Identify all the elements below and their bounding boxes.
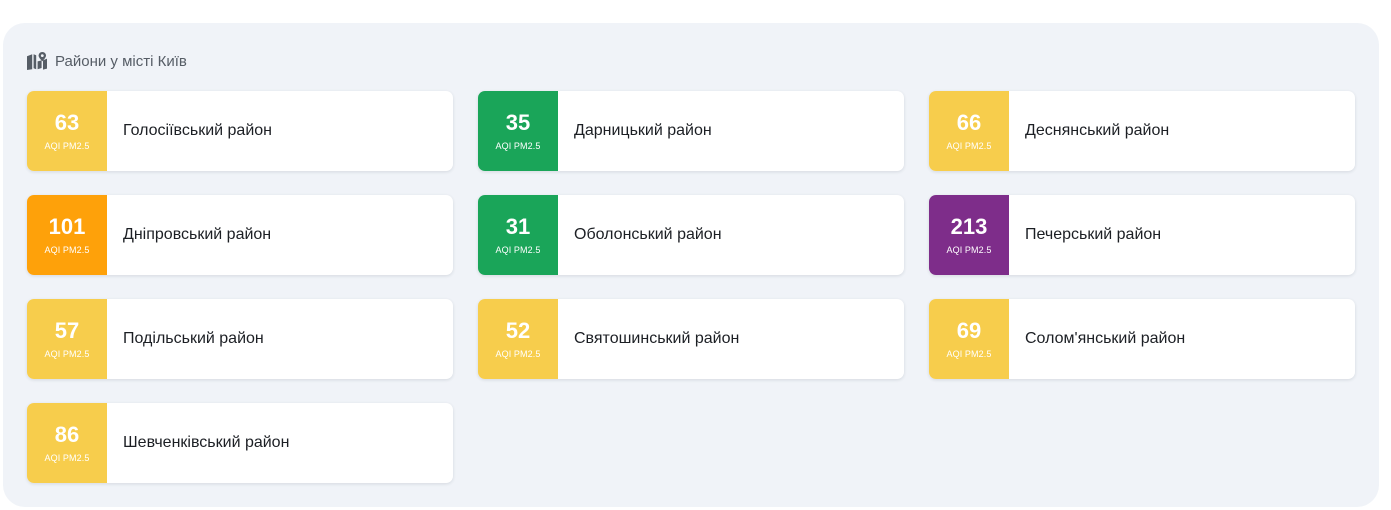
aqi-label: AQI PM2.5 [946,348,992,359]
district-name[interactable]: Печерський район [1009,195,1161,275]
aqi-label: AQI PM2.5 [495,140,541,151]
aqi-value: 52 [505,317,531,343]
aqi-label: AQI PM2.5 [495,244,541,255]
district-name[interactable]: Деснянський район [1009,91,1169,171]
aqi-value: 101 [48,213,86,239]
aqi-value: 57 [54,317,80,343]
district-name[interactable]: Солом'янський район [1009,299,1185,379]
aqi-value: 69 [956,317,982,343]
aqi-label: AQI PM2.5 [44,348,90,359]
district-name[interactable]: Голосіївський район [107,91,272,171]
district-card[interactable]: 63 AQI PM2.5 Голосіївський район [27,91,453,171]
aqi-label: AQI PM2.5 [44,452,90,463]
aqi-value: 31 [505,213,531,239]
district-name[interactable]: Шевченківський район [107,403,289,483]
map-icon [27,52,47,70]
district-card[interactable]: 69 AQI PM2.5 Солом'янський район [929,299,1355,379]
district-card[interactable]: 35 AQI PM2.5 Дарницький район [478,91,904,171]
district-grid: 63 AQI PM2.5 Голосіївський район 35 AQI PM2.… [27,91,1355,483]
aqi-value: 63 [54,109,80,135]
aqi-label: AQI PM2.5 [946,140,992,151]
district-card[interactable]: 52 AQI PM2.5 Святошинський район [478,299,904,379]
district-name[interactable]: Дніпровський район [107,195,271,275]
district-name[interactable]: Подільський район [107,299,264,379]
aqi-badge: 86 AQI PM2.5 [27,403,107,483]
district-card[interactable]: 101 AQI PM2.5 Дніпровський район [27,195,453,275]
aqi-badge: 66 AQI PM2.5 [929,91,1009,171]
section-title: Райони у місті Київ [55,52,187,70]
aqi-value: 213 [950,213,988,239]
aqi-value: 35 [505,109,531,135]
district-name[interactable]: Оболонський район [558,195,722,275]
aqi-badge: 57 AQI PM2.5 [27,299,107,379]
aqi-badge: 52 AQI PM2.5 [478,299,558,379]
district-name[interactable]: Святошинський район [558,299,739,379]
district-card[interactable]: 57 AQI PM2.5 Подільський район [27,299,453,379]
aqi-label: AQI PM2.5 [44,244,90,255]
aqi-value: 66 [956,109,982,135]
panel-header: Райони у місті Київ [27,51,187,71]
district-card[interactable]: 213 AQI PM2.5 Печерський район [929,195,1355,275]
aqi-badge: 63 AQI PM2.5 [27,91,107,171]
district-card[interactable]: 86 AQI PM2.5 Шевченківський район [27,403,453,483]
district-card[interactable]: 66 AQI PM2.5 Деснянський район [929,91,1355,171]
district-card[interactable]: 31 AQI PM2.5 Оболонський район [478,195,904,275]
aqi-label: AQI PM2.5 [946,244,992,255]
district-name[interactable]: Дарницький район [558,91,712,171]
aqi-badge: 213 AQI PM2.5 [929,195,1009,275]
aqi-badge: 101 AQI PM2.5 [27,195,107,275]
aqi-badge: 69 AQI PM2.5 [929,299,1009,379]
aqi-label: AQI PM2.5 [495,348,541,359]
aqi-badge: 31 AQI PM2.5 [478,195,558,275]
aqi-badge: 35 AQI PM2.5 [478,91,558,171]
aqi-label: AQI PM2.5 [44,140,90,151]
districts-panel: Райони у місті Київ 63 AQI PM2.5 Голосіївс… [3,23,1379,507]
aqi-value: 86 [54,421,80,447]
